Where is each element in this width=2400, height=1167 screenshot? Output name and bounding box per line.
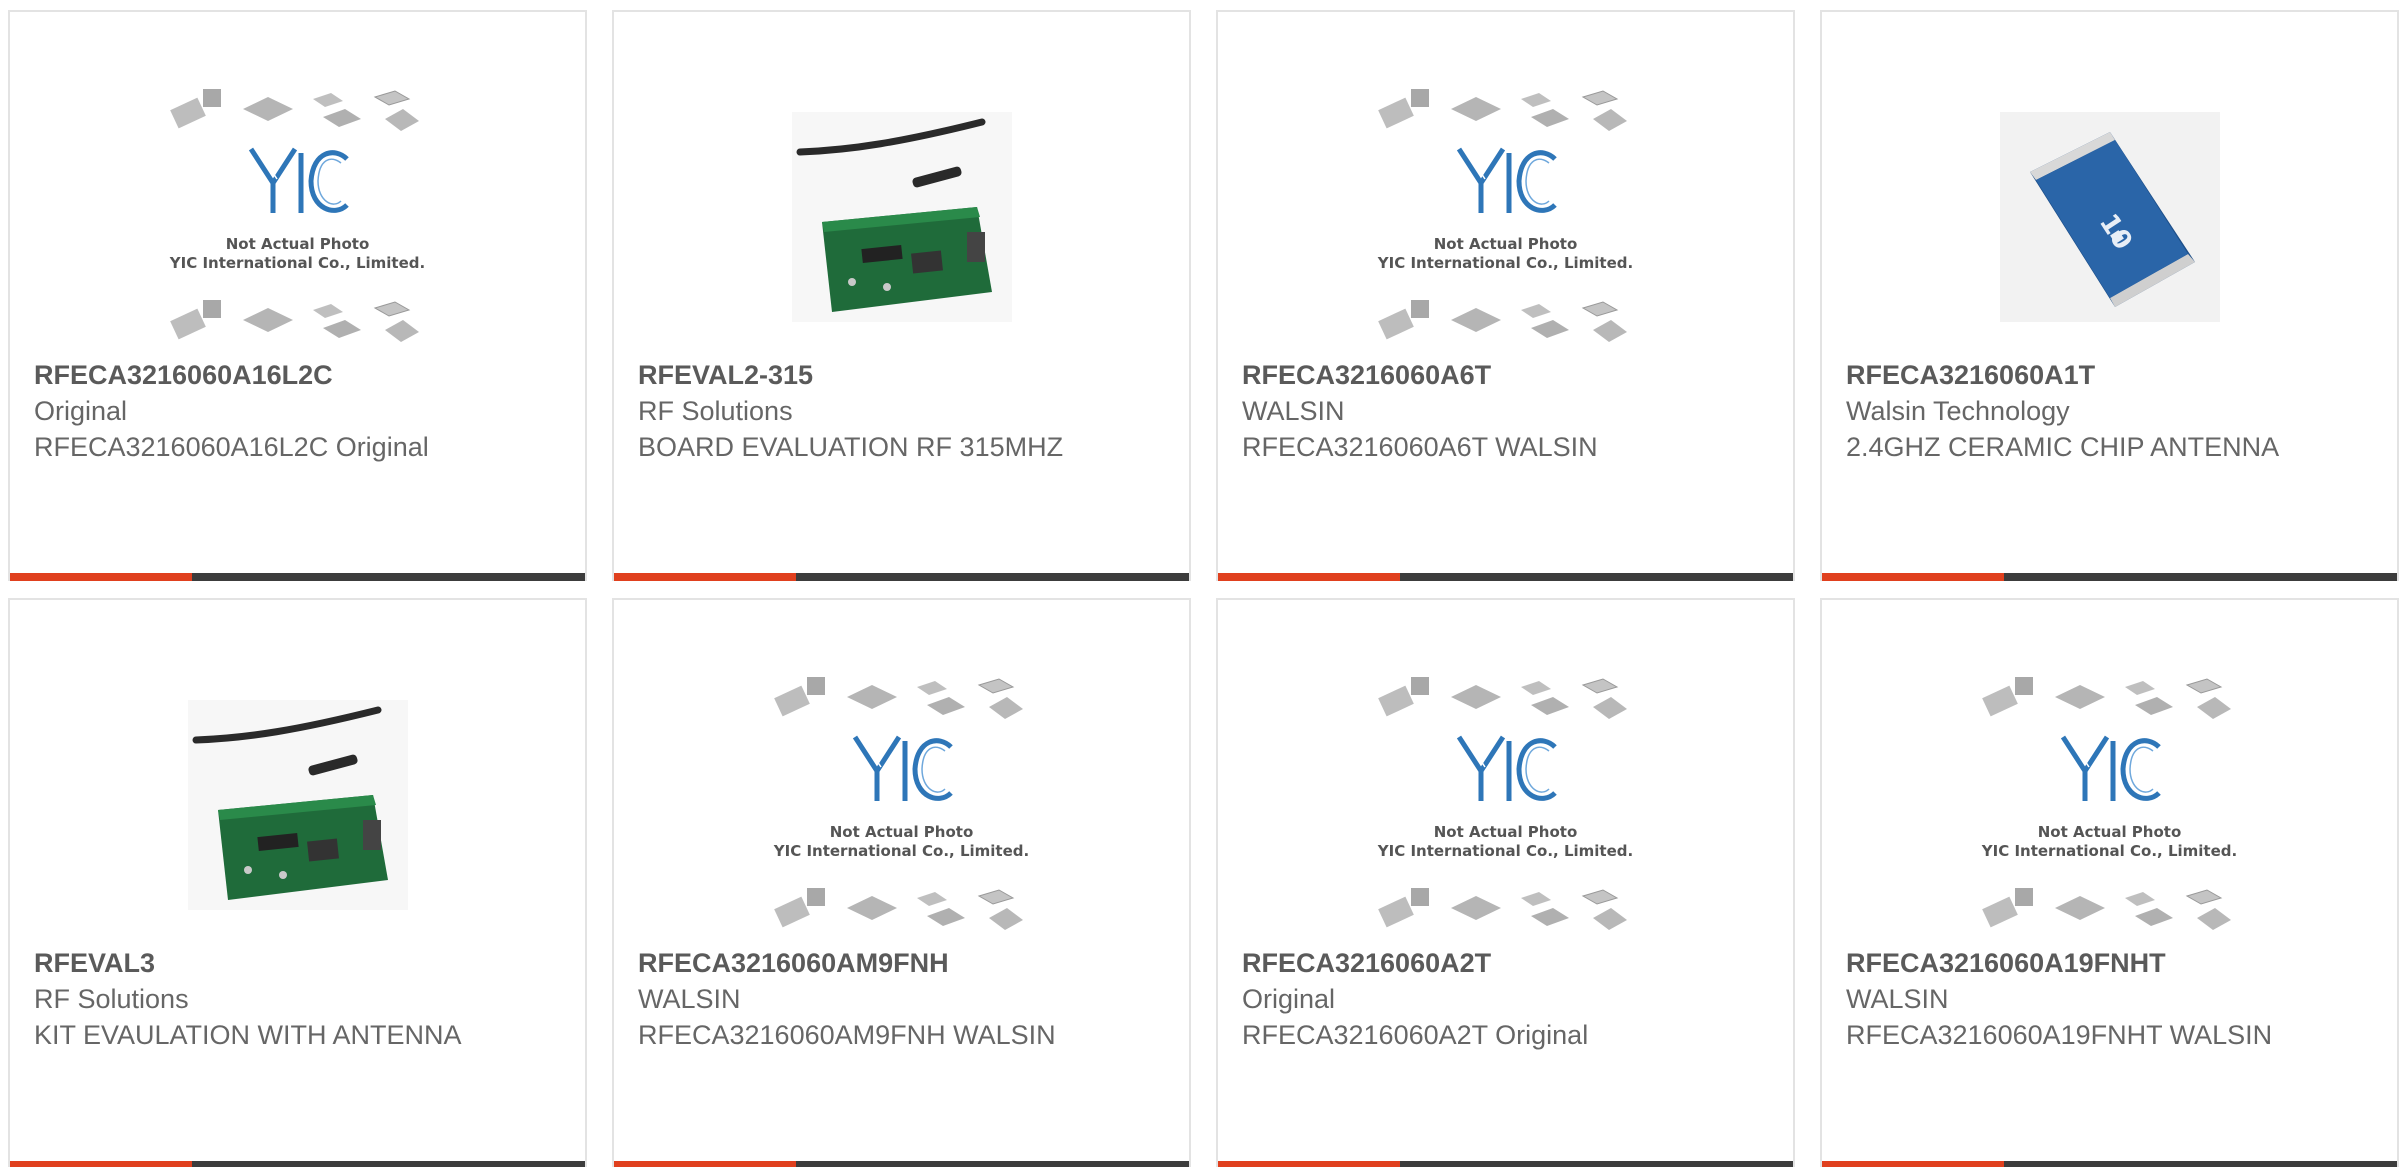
component-chips-graphic <box>1981 887 2231 930</box>
product-image[interactable] <box>614 82 1189 352</box>
manufacturer: WALSIN <box>638 984 741 1014</box>
product-image[interactable]: 10 <box>1822 82 2397 352</box>
component-chips-graphic <box>1377 88 1627 131</box>
card-bottom-bar <box>614 1161 1189 1167</box>
component-chips-graphic <box>773 676 1023 719</box>
description: BOARD EVALUATION RF 315MHZ <box>638 432 1064 462</box>
product-card[interactable]: Not Actual Photo YIC International Co., L… <box>1216 598 1795 1167</box>
product-card[interactable]: Not Actual Photo YIC International Co., L… <box>1216 10 1795 581</box>
eval-board-graphic <box>187 700 408 910</box>
caption-line-1: Not Actual Photo <box>2037 822 2182 841</box>
card-bottom-bar <box>10 1161 585 1167</box>
product-card[interactable]: RFEVAL2-315 RF Solutions BOARD EVALUATIO… <box>612 10 1191 581</box>
caption-line-2: YIC International Co., Limited. <box>773 841 1030 860</box>
manufacturer: WALSIN <box>1242 396 1345 426</box>
placeholder-photo: Not Actual Photo YIC International Co., L… <box>1371 673 1641 938</box>
part-number-link[interactable]: RFEVAL3 <box>34 945 561 981</box>
card-bottom-bar <box>10 573 585 581</box>
part-number-link[interactable]: RFECA3216060A2T <box>1242 945 1769 981</box>
product-card[interactable]: Not Actual Photo YIC International Co., L… <box>1820 598 2399 1167</box>
yic-logo <box>767 731 1037 814</box>
eval-board-photo <box>187 700 408 910</box>
caption-line-2: YIC International Co., Limited. <box>169 253 426 272</box>
product-image[interactable]: Not Actual Photo YIC International Co., L… <box>10 82 585 352</box>
description: RFECA3216060A16L2C Original <box>34 432 429 462</box>
chip-antenna-photo: 10 <box>1999 112 2220 322</box>
caption-line-2: YIC International Co., Limited. <box>1377 253 1634 272</box>
component-chips-graphic <box>169 88 419 131</box>
part-number-link[interactable]: RFECA3216060A6T <box>1242 357 1769 393</box>
description: RFECA3216060A2T Original <box>1242 1020 1589 1050</box>
caption-line-1: Not Actual Photo <box>1433 234 1578 253</box>
product-grid: Not Actual Photo YIC International Co., L… <box>8 10 2399 1167</box>
manufacturer: Walsin Technology <box>1846 396 2070 426</box>
manufacturer: RF Solutions <box>34 984 189 1014</box>
placeholder-photo: Not Actual Photo YIC International Co., L… <box>767 673 1037 938</box>
yic-logo <box>1975 731 2245 814</box>
card-bottom-bar <box>1822 1161 2397 1167</box>
caption-line-1: Not Actual Photo <box>829 822 974 841</box>
manufacturer: Original <box>34 396 128 426</box>
placeholder-caption: Not Actual Photo YIC International Co., L… <box>163 235 433 273</box>
manufacturer: Original <box>1242 984 1336 1014</box>
part-number-link[interactable]: RFECA3216060AM9FNH <box>638 945 1165 981</box>
product-card[interactable]: 10 RFECA3216060A1T Walsin Technology 2.4… <box>1820 10 2399 581</box>
yic-logo <box>163 143 433 226</box>
caption-line-2: YIC International Co., Limited. <box>1377 841 1634 860</box>
product-image[interactable] <box>10 670 585 940</box>
eval-board-photo <box>791 112 1012 322</box>
card-bottom-bar <box>1822 573 2397 581</box>
product-image[interactable]: Not Actual Photo YIC International Co., L… <box>1218 82 1793 352</box>
placeholder-caption: Not Actual Photo YIC International Co., L… <box>767 823 1037 861</box>
caption-line-1: Not Actual Photo <box>225 234 370 253</box>
card-bottom-bar <box>1218 1161 1793 1167</box>
component-chips-graphic <box>1377 299 1627 342</box>
manufacturer: WALSIN <box>1846 984 1949 1014</box>
placeholder-photo: Not Actual Photo YIC International Co., L… <box>163 85 433 350</box>
product-card[interactable]: Not Actual Photo YIC International Co., L… <box>612 598 1191 1167</box>
placeholder-caption: Not Actual Photo YIC International Co., L… <box>1975 823 2245 861</box>
part-number-link[interactable]: RFEVAL2-315 <box>638 357 1165 393</box>
placeholder-caption: Not Actual Photo YIC International Co., L… <box>1371 235 1641 273</box>
product-card[interactable]: RFEVAL3 RF Solutions KIT EVAULATION WITH… <box>8 598 587 1167</box>
component-chips-graphic <box>1377 676 1627 719</box>
placeholder-photo: Not Actual Photo YIC International Co., L… <box>1975 673 2245 938</box>
eval-board-graphic <box>791 112 1012 322</box>
yic-logo <box>1371 143 1641 226</box>
part-number-link[interactable]: RFECA3216060A1T <box>1846 357 2373 393</box>
placeholder-photo: Not Actual Photo YIC International Co., L… <box>1371 85 1641 350</box>
product-image[interactable]: Not Actual Photo YIC International Co., L… <box>1822 670 2397 940</box>
component-chips-graphic <box>169 299 419 342</box>
chip-antenna-graphic: 10 <box>1999 112 2220 322</box>
description: KIT EVAULATION WITH ANTENNA <box>34 1020 462 1050</box>
card-bottom-bar <box>1218 573 1793 581</box>
product-card[interactable]: Not Actual Photo YIC International Co., L… <box>8 10 587 581</box>
component-chips-graphic <box>1377 887 1627 930</box>
product-image[interactable]: Not Actual Photo YIC International Co., L… <box>614 670 1189 940</box>
part-number-link[interactable]: RFECA3216060A19FNHT <box>1846 945 2373 981</box>
description: RFECA3216060A6T WALSIN <box>1242 432 1598 462</box>
product-image[interactable]: Not Actual Photo YIC International Co., L… <box>1218 670 1793 940</box>
caption-line-2: YIC International Co., Limited. <box>1981 841 2238 860</box>
component-chips-graphic <box>1981 676 2231 719</box>
part-number-link[interactable]: RFECA3216060A16L2C <box>34 357 561 393</box>
description: RFECA3216060AM9FNH WALSIN <box>638 1020 1056 1050</box>
placeholder-caption: Not Actual Photo YIC International Co., L… <box>1371 823 1641 861</box>
description: RFECA3216060A19FNHT WALSIN <box>1846 1020 2273 1050</box>
component-chips-graphic <box>773 887 1023 930</box>
caption-line-1: Not Actual Photo <box>1433 822 1578 841</box>
card-bottom-bar <box>614 573 1189 581</box>
manufacturer: RF Solutions <box>638 396 793 426</box>
yic-logo <box>1371 731 1641 814</box>
description: 2.4GHZ CERAMIC CHIP ANTENNA <box>1846 432 2280 462</box>
